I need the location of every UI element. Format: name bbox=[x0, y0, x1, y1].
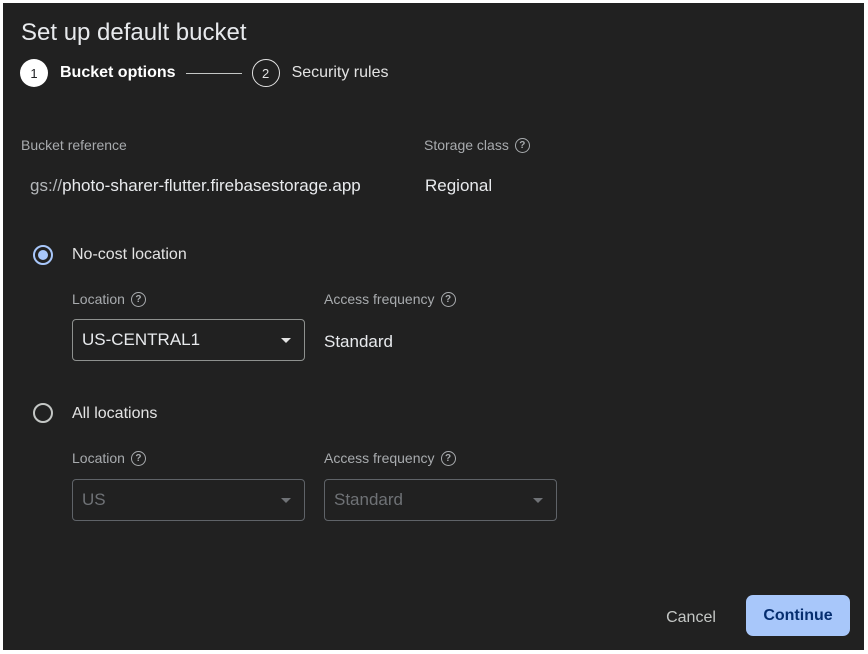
all-locations-radio[interactable] bbox=[33, 403, 53, 423]
bucket-reference-value: gs://photo-sharer-flutter.firebasestorag… bbox=[30, 176, 361, 196]
no-cost-access-frequency-value: Standard bbox=[324, 332, 393, 351]
continue-button[interactable]: Continue bbox=[746, 595, 850, 636]
all-location-field-label: Location ? bbox=[72, 450, 146, 466]
caret-down-icon bbox=[533, 498, 543, 503]
storage-class-value: Regional bbox=[425, 176, 493, 195]
no-cost-location-value: US-CENTRAL1 bbox=[82, 330, 201, 349]
bucket-reference-name: photo-sharer-flutter.firebasestorage.app bbox=[62, 176, 361, 195]
all-access-frequency-label: Access frequency ? bbox=[324, 450, 456, 466]
all-access-frequency-select: Standard bbox=[324, 479, 557, 521]
help-circle-icon[interactable]: ? bbox=[514, 137, 530, 153]
all-locations-label[interactable]: All locations bbox=[72, 405, 157, 423]
bucket-reference-label: Bucket reference bbox=[21, 137, 127, 153]
all-location-select: US bbox=[72, 479, 305, 521]
help-circle-icon[interactable]: ? bbox=[440, 291, 456, 307]
help-circle-icon[interactable]: ? bbox=[440, 450, 456, 466]
step-1-number: 1 bbox=[20, 59, 48, 87]
step-2-label: Security rules bbox=[291, 64, 389, 81]
caret-down-icon bbox=[281, 338, 291, 343]
no-cost-location-label[interactable]: No-cost location bbox=[72, 246, 187, 264]
no-cost-location-field-label: Location ? bbox=[72, 291, 146, 307]
no-cost-access-frequency-label: Access frequency ? bbox=[324, 291, 456, 307]
no-cost-location-select[interactable]: US-CENTRAL1 bbox=[72, 319, 305, 361]
step-connector bbox=[185, 72, 242, 74]
all-location-value: US bbox=[82, 490, 106, 509]
stepper: 1 Bucket options 2 Security rules bbox=[20, 58, 388, 88]
cancel-button[interactable]: Cancel bbox=[647, 599, 735, 637]
no-cost-location-radio[interactable] bbox=[33, 245, 53, 265]
storage-class-label: Storage class ? bbox=[424, 137, 530, 153]
bucket-reference-prefix: gs:// bbox=[30, 176, 63, 195]
step-2-number: 2 bbox=[251, 59, 280, 87]
setup-bucket-dialog: Set up default bucket 1 Bucket options 2… bbox=[3, 3, 864, 650]
all-access-frequency-value: Standard bbox=[334, 490, 403, 509]
help-circle-icon[interactable]: ? bbox=[130, 450, 146, 466]
caret-down-icon bbox=[281, 498, 291, 503]
dialog-title: Set up default bucket bbox=[21, 19, 247, 46]
help-circle-icon[interactable]: ? bbox=[130, 291, 146, 307]
step-1-label: Bucket options bbox=[60, 64, 176, 81]
